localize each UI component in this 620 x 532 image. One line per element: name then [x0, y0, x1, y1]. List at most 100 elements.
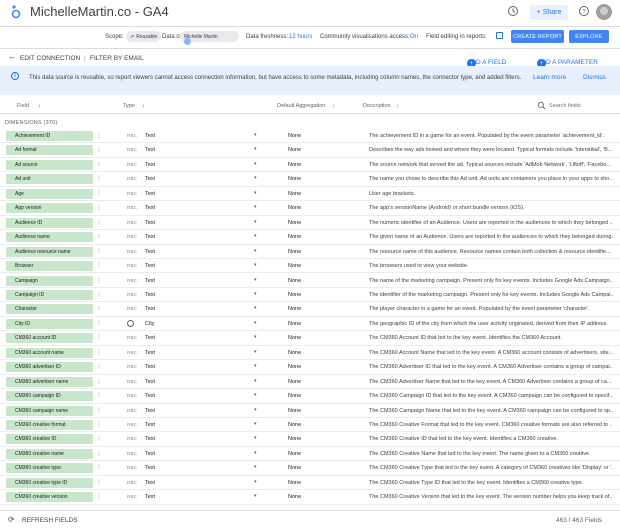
- field-name-chip[interactable]: CM360 campaign ID: [6, 391, 93, 402]
- refresh-fields-button[interactable]: REFRESH FIELDS: [22, 517, 78, 524]
- chevron-down-icon[interactable]: ▾: [254, 190, 257, 196]
- field-name-chip[interactable]: CM360 creative version: [6, 492, 93, 503]
- chevron-down-icon[interactable]: ▾: [254, 146, 257, 152]
- field-description[interactable]: The identifier of the marketing campaign…: [369, 292, 613, 298]
- field-description[interactable]: User age brackets.: [369, 191, 613, 197]
- field-name-chip[interactable]: Campaign ID: [6, 289, 93, 300]
- field-type-select[interactable]: Text: [145, 292, 155, 298]
- field-description[interactable]: The CM360 Campaign Name that led to the …: [369, 408, 613, 414]
- field-description[interactable]: The source network that served the ad. T…: [369, 162, 613, 168]
- field-type-select[interactable]: Text: [145, 278, 155, 284]
- field-name-chip[interactable]: Audience ID: [6, 217, 93, 228]
- create-report-button[interactable]: CREATE REPORT: [511, 30, 564, 43]
- more-vert-icon[interactable]: ⋮: [96, 277, 102, 286]
- back-arrow-icon[interactable]: ←: [8, 52, 16, 61]
- chevron-down-icon[interactable]: ▾: [254, 435, 257, 441]
- field-name-chip[interactable]: Achievement ID: [6, 131, 93, 141]
- more-vert-icon[interactable]: ⋮: [96, 378, 102, 387]
- field-type-select[interactable]: Text: [145, 451, 155, 457]
- more-vert-icon[interactable]: ⋮: [96, 248, 102, 257]
- field-type-select[interactable]: Text: [145, 408, 155, 414]
- search-fields-input[interactable]: [549, 100, 615, 111]
- field-name-chip[interactable]: CM360 campaign name: [6, 405, 93, 416]
- chevron-down-icon[interactable]: ▾: [254, 378, 257, 384]
- chevron-down-icon[interactable]: ▾: [254, 262, 257, 268]
- field-description[interactable]: The CM360 Creative Type that led to the …: [369, 465, 613, 471]
- chevron-down-icon[interactable]: ▾: [254, 219, 257, 225]
- chevron-down-icon[interactable]: ▾: [254, 334, 257, 340]
- field-name-chip[interactable]: CM360 account ID: [6, 333, 93, 344]
- field-type-select[interactable]: Text: [145, 249, 155, 255]
- chevron-down-icon[interactable]: ▾: [254, 132, 257, 138]
- chevron-down-icon[interactable]: ▾: [254, 277, 257, 283]
- field-description[interactable]: The CM360 Advertiser Name that led to th…: [369, 379, 613, 385]
- field-name-chip[interactable]: CM360 creative format: [6, 420, 93, 430]
- chevron-down-icon[interactable]: ▾: [254, 233, 257, 239]
- chevron-down-icon[interactable]: ▾: [254, 363, 257, 369]
- field-name-chip[interactable]: Ad source: [6, 159, 93, 170]
- chevron-down-icon[interactable]: ▾: [254, 450, 257, 456]
- field-name-chip[interactable]: Audience resource name: [6, 246, 93, 257]
- chevron-down-icon[interactable]: ▾: [254, 291, 257, 297]
- refresh-icon[interactable]: ⟳: [8, 515, 15, 524]
- report-title[interactable]: MichelleMartin.co - GA4: [30, 4, 169, 19]
- field-name-chip[interactable]: CM360 creative ID: [6, 434, 93, 445]
- field-type-select[interactable]: Text: [145, 306, 155, 312]
- more-vert-icon[interactable]: ⋮: [96, 204, 102, 213]
- field-type-select[interactable]: Text: [145, 480, 155, 486]
- field-type-select[interactable]: Text: [145, 494, 155, 500]
- sort-arrow-icon[interactable]: ↓: [332, 103, 335, 109]
- more-vert-icon[interactable]: ⋮: [96, 392, 102, 401]
- more-vert-icon[interactable]: ⋮: [96, 407, 102, 416]
- freshness-value[interactable]: 12 hours: [289, 34, 312, 40]
- more-vert-icon[interactable]: ⋮: [96, 479, 102, 488]
- field-description[interactable]: The geographic ID of the city from which…: [369, 321, 613, 327]
- field-type-select[interactable]: Text: [145, 436, 155, 442]
- credentials-chip[interactable]: Michelle Martin: [180, 31, 239, 45]
- field-type-select[interactable]: Text: [145, 162, 155, 168]
- field-name-chip[interactable]: Campaign: [6, 275, 93, 286]
- more-vert-icon[interactable]: ⋮: [96, 450, 102, 459]
- field-name-chip[interactable]: CM360 creative type ID: [6, 477, 93, 488]
- more-vert-icon[interactable]: ⋮: [96, 219, 102, 228]
- field-type-select[interactable]: Text: [145, 379, 155, 385]
- field-type-select[interactable]: Text: [145, 133, 155, 139]
- sort-arrow-icon[interactable]: ↓: [396, 103, 399, 109]
- field-description[interactable]: The app's versionName (Android) or short…: [369, 205, 613, 211]
- type-column-header[interactable]: Type: [123, 103, 135, 109]
- field-name-chip[interactable]: Ad format: [6, 145, 93, 156]
- field-description[interactable]: The CM360 Creative Name that led to the …: [369, 451, 613, 457]
- chevron-down-icon[interactable]: ▾: [254, 175, 257, 181]
- more-vert-icon[interactable]: ⋮: [96, 190, 102, 199]
- chevron-down-icon[interactable]: ▾: [254, 204, 257, 210]
- dismiss-button[interactable]: Dismiss: [583, 74, 606, 81]
- more-vert-icon[interactable]: ⋮: [96, 132, 102, 141]
- field-name-chip[interactable]: CM360 creative name: [6, 448, 93, 459]
- field-type-select[interactable]: Text: [145, 205, 155, 211]
- field-description[interactable]: The given name of an Audience. Users are…: [369, 234, 613, 240]
- field-name-chip[interactable]: Audience name: [6, 232, 93, 243]
- field-description[interactable]: The CM360 Advertiser ID that led to the …: [369, 364, 613, 370]
- more-vert-icon[interactable]: ⋮: [96, 262, 102, 271]
- edit-connection-button[interactable]: EDIT CONNECTION: [20, 55, 80, 62]
- field-description[interactable]: Describes the way ads looked and where t…: [369, 147, 613, 153]
- field-name-chip[interactable]: App version: [6, 203, 93, 214]
- more-vert-icon[interactable]: ⋮: [96, 493, 102, 502]
- history-icon[interactable]: [505, 5, 521, 21]
- field-name-chip[interactable]: CM360 advertiser ID: [6, 362, 93, 373]
- more-vert-icon[interactable]: ⋮: [96, 161, 102, 170]
- chevron-down-icon[interactable]: ▾: [254, 349, 257, 355]
- more-vert-icon[interactable]: ⋮: [96, 464, 102, 473]
- more-vert-icon[interactable]: ⋮: [96, 233, 102, 242]
- filter-by-email-button[interactable]: FILTER BY EMAIL: [90, 55, 144, 62]
- field-description[interactable]: The resource name of this audience. Reso…: [369, 249, 613, 255]
- more-vert-icon[interactable]: ⋮: [96, 349, 102, 358]
- community-value[interactable]: On: [410, 34, 418, 40]
- field-type-select[interactable]: Text: [145, 465, 155, 471]
- sort-arrow-icon[interactable]: ↓: [38, 103, 41, 109]
- chevron-down-icon[interactable]: ▾: [254, 421, 257, 427]
- field-column-header[interactable]: Field: [17, 103, 29, 109]
- explore-button[interactable]: EXPLORE: [569, 30, 609, 43]
- help-icon[interactable]: ?: [576, 5, 592, 21]
- field-description[interactable]: The CM360 Creative Type ID that led to t…: [369, 480, 613, 486]
